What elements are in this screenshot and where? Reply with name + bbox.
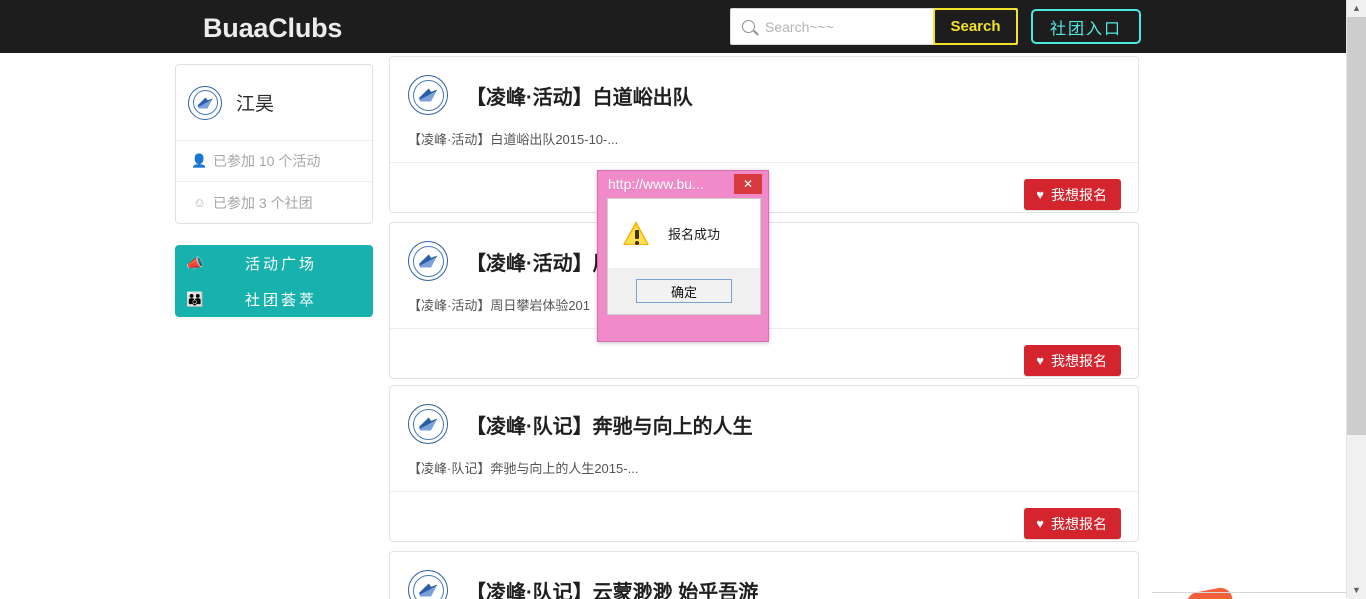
activity-card-header: 【凌峰·活动】白道峪出队 bbox=[390, 57, 1138, 117]
activity-card-title[interactable]: 【凌峰·队记】奔驰与向上的人生 bbox=[466, 410, 753, 439]
sidebar-item-activity-square-label: 活动广场 bbox=[244, 255, 317, 273]
scroll-up-arrow-icon[interactable]: ▲ bbox=[1347, 0, 1366, 17]
page-scrollbar[interactable]: ▲ ▼ bbox=[1346, 0, 1366, 599]
buaa-emblem-icon bbox=[408, 570, 448, 599]
activity-card-description: 【凌峰·队记】奔驰与向上的人生2015-... bbox=[390, 446, 1138, 492]
buaa-emblem-icon bbox=[408, 241, 448, 281]
buaa-emblem-icon bbox=[408, 404, 448, 444]
profile-stat-clubs-label: 已参加 3 个社团 bbox=[213, 194, 313, 211]
dialog-body: 报名成功 bbox=[607, 198, 761, 268]
profile-stat-clubs[interactable]: ☺ 已参加 3 个社团 bbox=[176, 182, 372, 223]
sidebar-item-club-collection[interactable]: 👪 社团荟萃 bbox=[175, 281, 373, 317]
dialog-footer: 确定 bbox=[607, 268, 761, 315]
activity-card-footer: ♥ 我想报名 bbox=[390, 492, 1138, 558]
activity-card-header: 【凌峰·队记】云蒙渺渺 始乎吾游 bbox=[390, 552, 1138, 599]
scroll-down-arrow-icon[interactable]: ▼ bbox=[1347, 582, 1366, 599]
search-button[interactable]: Search bbox=[933, 8, 1018, 45]
signup-button-label: 我想报名 bbox=[1051, 515, 1107, 532]
signup-button[interactable]: ♥ 我想报名 bbox=[1024, 179, 1121, 210]
scrollbar-track[interactable] bbox=[1347, 17, 1366, 582]
buaa-emblem-icon bbox=[188, 85, 222, 120]
smiley-icon: ☺ bbox=[192, 195, 207, 210]
group-icon: 👪 bbox=[186, 290, 204, 307]
dialog-titlebar: http://www.bu... ✕ bbox=[598, 171, 768, 197]
buaa-emblem-icon bbox=[408, 75, 448, 115]
search-icon bbox=[731, 9, 765, 44]
club-portal-button[interactable]: 社团入口 bbox=[1031, 9, 1141, 44]
sidebar-item-club-collection-label: 社团荟萃 bbox=[244, 291, 317, 309]
activity-card-title[interactable]: 【凌峰·活动】白道峪出队 bbox=[466, 81, 693, 110]
dialog-ok-button[interactable]: 确定 bbox=[636, 279, 732, 303]
activity-card[interactable]: 【凌峰·队记】奔驰与向上的人生 【凌峰·队记】奔驰与向上的人生2015-... … bbox=[389, 385, 1139, 542]
dialog-title: http://www.bu... bbox=[608, 176, 704, 192]
profile-stat-activities-label: 已参加 10 个活动 bbox=[213, 153, 321, 169]
signup-button-label: 我想报名 bbox=[1051, 186, 1107, 203]
activity-card-header: 【凌峰·队记】奔驰与向上的人生 bbox=[390, 386, 1138, 446]
activity-card-title[interactable]: 【凌峰·活动】周 bbox=[466, 247, 613, 276]
profile-name: 江昊 bbox=[236, 94, 275, 115]
heart-icon: ♥ bbox=[1036, 187, 1044, 202]
scrollbar-thumb[interactable] bbox=[1347, 17, 1366, 435]
browser-viewport: BuaaClubs Search 社团入口 江昊 👤 已参加 10 个活动 ☺ … bbox=[0, 0, 1366, 599]
close-icon[interactable]: ✕ bbox=[734, 174, 762, 194]
bullhorn-icon: 📣 bbox=[186, 254, 204, 271]
profile-stat-activities[interactable]: 👤 已参加 10 个活动 bbox=[176, 141, 372, 182]
signup-button[interactable]: ♥ 我想报名 bbox=[1024, 345, 1121, 376]
sidebar-item-activity-square[interactable]: 📣 活动广场 bbox=[175, 245, 373, 281]
activity-card-description: 【凌峰·活动】白道峪出队2015-10-... bbox=[390, 117, 1138, 163]
bottom-divider bbox=[1152, 592, 1347, 593]
site-brand[interactable]: BuaaClubs bbox=[203, 13, 342, 44]
top-navbar: BuaaClubs Search 社团入口 bbox=[0, 0, 1347, 53]
heart-icon: ♥ bbox=[1036, 516, 1044, 531]
profile-header: 江昊 bbox=[176, 65, 372, 141]
profile-card: 江昊 👤 已参加 10 个活动 ☺ 已参加 3 个社团 bbox=[175, 64, 373, 224]
signup-button[interactable]: ♥ 我想报名 bbox=[1024, 508, 1121, 539]
bottom-right-panel bbox=[1147, 560, 1347, 592]
activity-card[interactable]: 【凌峰·队记】云蒙渺渺 始乎吾游 ♥ 我想报名 bbox=[389, 551, 1139, 599]
heart-icon: ♥ bbox=[1036, 353, 1044, 368]
warning-triangle-icon bbox=[623, 221, 650, 246]
alert-dialog: http://www.bu... ✕ 报名成功 确定 bbox=[597, 170, 769, 342]
sidebar-nav: 📣 活动广场 👪 社团荟萃 bbox=[175, 245, 373, 317]
activity-card-title[interactable]: 【凌峰·队记】云蒙渺渺 始乎吾游 bbox=[466, 576, 758, 599]
signup-button-label: 我想报名 bbox=[1051, 352, 1107, 369]
person-icon: 👤 bbox=[191, 153, 208, 168]
dialog-message: 报名成功 bbox=[668, 227, 721, 242]
